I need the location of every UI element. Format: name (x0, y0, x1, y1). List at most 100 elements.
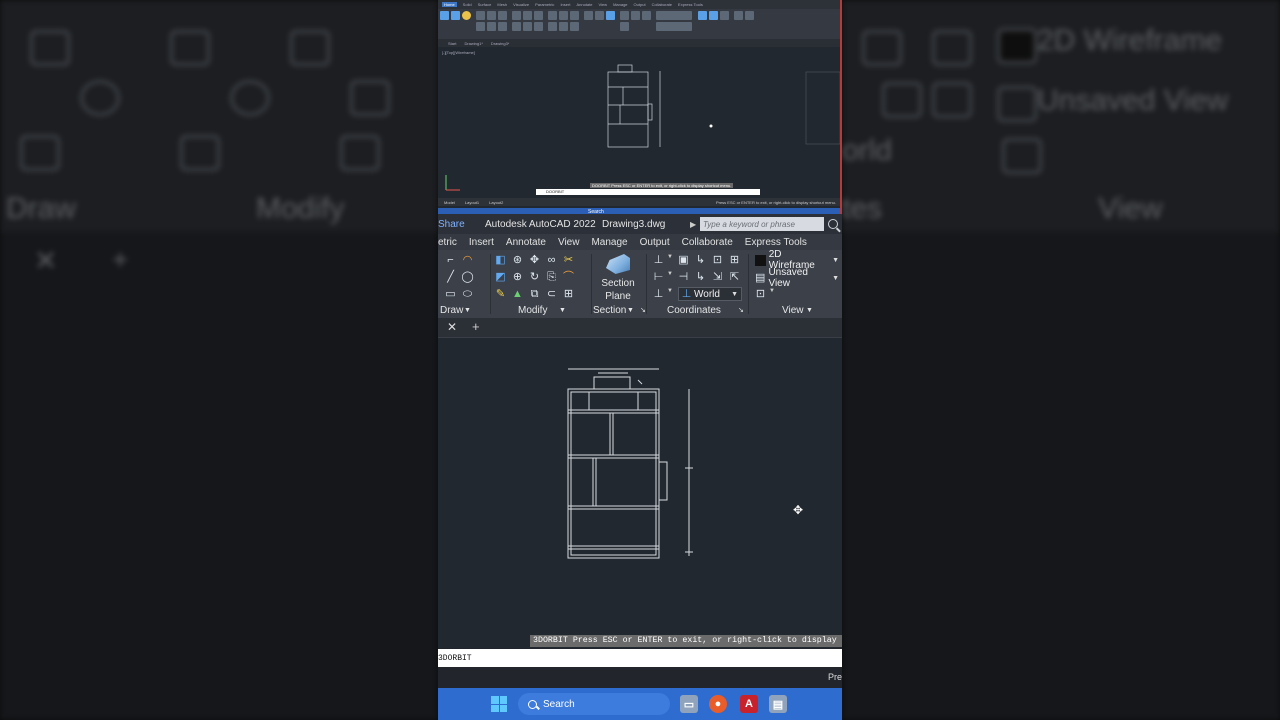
mini-tool-icon[interactable] (476, 11, 485, 20)
mini-tool-icon[interactable] (631, 11, 640, 20)
caret-icon[interactable]: ▼ (667, 271, 673, 284)
named-view-field[interactable]: ▤ Unsaved View ▼ (751, 267, 842, 289)
mini-layout-tab[interactable]: Model (444, 200, 455, 205)
mini-tool-icon[interactable] (498, 22, 507, 31)
fillet-icon[interactable]: ◩ (494, 271, 507, 284)
visual-style-field[interactable]: 2D Wireframe ▼ (751, 249, 842, 271)
mini-tool-icon[interactable] (487, 22, 496, 31)
copy-icon[interactable]: ◧ (494, 254, 507, 267)
mini-filter-icon[interactable] (709, 11, 718, 20)
mini-tab[interactable]: Parametric (535, 2, 554, 7)
mini-dropdown-icon[interactable] (656, 11, 692, 20)
globe-icon[interactable]: ⊕ (511, 271, 524, 284)
scale-icon[interactable]: ⧉ (528, 288, 541, 301)
viewport-config-icon[interactable]: ⊡ (754, 288, 767, 301)
tab-insert[interactable]: Insert (463, 237, 500, 248)
pencil-icon[interactable]: ✎ (494, 288, 507, 301)
mini-tool-icon[interactable] (570, 22, 579, 31)
mini-tab[interactable]: Manage (613, 2, 627, 7)
mini-smooth-icon[interactable] (462, 11, 471, 20)
line-icon[interactable]: ╱ (444, 271, 457, 284)
ucs-x-icon[interactable]: ↳ (694, 271, 707, 284)
section-launcher-icon[interactable]: ↘ (640, 306, 646, 314)
mini-tool-icon[interactable] (512, 22, 521, 31)
mini-tool-icon[interactable] (559, 11, 568, 20)
chevron-right-icon[interactable]: ▶ (690, 220, 700, 229)
caret-icon[interactable]: ▼ (667, 288, 673, 301)
view-panel-label[interactable]: View (782, 305, 804, 316)
ucs-view-icon[interactable]: ⊡ (711, 254, 724, 267)
mini-tab[interactable]: Output (634, 2, 646, 7)
named-view-dropdown[interactable]: ▤ Unsaved View ▼ (751, 267, 842, 289)
mirror-icon[interactable]: ⎘ (545, 271, 558, 284)
draw-panel-label[interactable]: Draw (440, 305, 463, 316)
help-search-input[interactable]: Type a keyword or phrase (700, 217, 824, 231)
mini-tool-icon[interactable] (584, 11, 593, 20)
mini-tab[interactable]: Insert (560, 2, 570, 7)
windows-start-icon[interactable] (491, 696, 507, 712)
taskbar-search[interactable]: Search (518, 693, 670, 715)
mini-tool-icon[interactable] (534, 11, 543, 20)
mini-layers-icon[interactable] (734, 11, 743, 20)
mini-command-line[interactable]: DOORBIT (536, 189, 760, 195)
coordinates-launcher-icon[interactable]: ↘ (738, 306, 744, 314)
mini-tool-icon[interactable] (548, 11, 557, 20)
mini-layout-tab[interactable]: Layout2 (489, 200, 503, 205)
section-plane-button[interactable]: Section Plane (596, 254, 640, 303)
share-button[interactable]: Share (438, 219, 484, 230)
mini-tab[interactable]: Home (442, 2, 457, 7)
ucs-world-dropdown[interactable]: ⊥ World ▼ (678, 287, 742, 301)
modify-panel-label[interactable]: Modify (518, 305, 547, 316)
mini-tool-icon[interactable] (512, 11, 521, 20)
task-view-icon[interactable]: ▭ (680, 695, 698, 713)
section-panel-label[interactable]: Section (593, 305, 626, 316)
mini-tab[interactable]: View (598, 2, 607, 7)
draw-expand-icon[interactable]: ▼ (464, 307, 471, 314)
ucs-face-icon[interactable]: ⊢ (652, 271, 665, 284)
mini-tool-icon[interactable] (620, 11, 629, 20)
mini-dropdown-icon[interactable] (656, 22, 692, 31)
mini-extrude-icon[interactable] (451, 11, 460, 20)
mini-tool-icon[interactable] (548, 22, 557, 31)
fillet-edge-icon[interactable]: ⌒ (562, 271, 575, 284)
ucs-origin-icon[interactable]: ↳ (694, 254, 707, 267)
mini-tab[interactable]: Surface (478, 2, 492, 7)
section-expand-icon[interactable]: ▼ (627, 307, 634, 314)
mini-tab[interactable]: Mesh (497, 2, 507, 7)
firefox-icon[interactable]: ● (709, 695, 727, 713)
mini-section-icon[interactable] (606, 11, 615, 20)
view-expand-icon[interactable]: ▼ (806, 307, 813, 314)
mini-culling-icon[interactable] (698, 11, 707, 20)
mini-tool-icon[interactable] (498, 11, 507, 20)
offset-icon[interactable]: ⊂ (545, 288, 558, 301)
mini-tool-icon[interactable] (523, 11, 532, 20)
ellipse-icon[interactable]: ⬭ (461, 288, 474, 301)
rectangle-icon[interactable]: ▭ (444, 288, 457, 301)
tab-express-tools[interactable]: Express Tools (739, 237, 813, 248)
mini-groups-icon[interactable] (745, 11, 754, 20)
mini-layout-tab[interactable]: Layout1 (465, 200, 479, 205)
mini-tab[interactable]: Visualize (513, 2, 529, 7)
drawing-canvas[interactable]: ✥ (438, 338, 842, 648)
command-line-input[interactable]: 3DORBIT (438, 649, 842, 667)
array-icon[interactable]: ∞ (545, 254, 558, 267)
tab-output[interactable]: Output (634, 237, 676, 248)
mini-tab[interactable]: Annotate (576, 2, 592, 7)
autocad-icon[interactable]: A (740, 695, 758, 713)
close-icon[interactable]: ✕ (447, 320, 457, 334)
ucs-z-icon[interactable]: ⇱ (728, 271, 741, 284)
search-icon[interactable] (828, 219, 838, 229)
ucs-y-icon[interactable]: ⇲ (711, 271, 724, 284)
mini-viewport-label[interactable]: [-][Top][Wireframe] (442, 50, 475, 55)
tab-view[interactable]: View (552, 237, 586, 248)
mini-tool-icon[interactable] (570, 11, 579, 20)
mini-tool-icon[interactable] (534, 22, 543, 31)
trim-icon[interactable]: ✂ (562, 254, 575, 267)
mini-drawing-canvas[interactable]: [-][Top][Wireframe] (438, 47, 841, 193)
triangle-icon[interactable]: ▲ (511, 288, 524, 301)
mini-tab[interactable]: Express Tools (678, 2, 703, 7)
modify-expand-icon[interactable]: ▼ (559, 307, 566, 314)
arc-icon[interactable]: ◠ (461, 254, 474, 267)
mini-tool-icon[interactable] (642, 11, 651, 20)
ucs-3point-icon[interactable]: ⊣ (677, 271, 690, 284)
